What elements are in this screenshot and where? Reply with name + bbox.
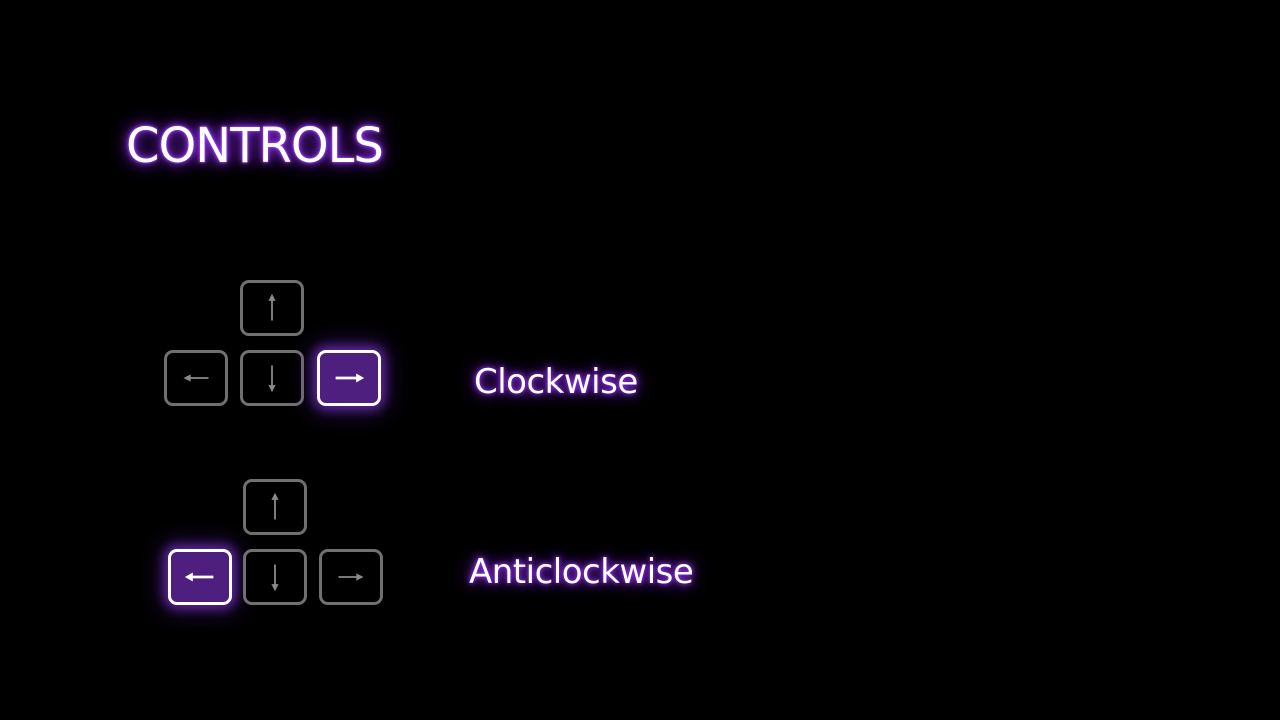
key-left (168, 549, 232, 605)
key-down (240, 350, 304, 406)
arrow-down-icon (268, 365, 276, 393)
key-right (317, 350, 381, 406)
key-left (164, 350, 228, 406)
key-right (319, 549, 383, 605)
arrow-right-icon (338, 573, 364, 581)
arrow-left-icon (184, 572, 214, 582)
arrow-down-icon (271, 564, 279, 592)
key-down (243, 549, 307, 605)
arrow-up-icon (268, 293, 276, 321)
arrow-up-icon (271, 492, 279, 520)
screen-title: CONTROLS (126, 118, 384, 174)
action-label-anticlockwise: Anticlockwise (469, 552, 694, 592)
key-up (243, 479, 307, 535)
arrow-right-icon (335, 373, 365, 383)
key-up (240, 280, 304, 336)
action-label-clockwise: Clockwise (474, 362, 638, 402)
arrow-left-icon (183, 374, 209, 382)
